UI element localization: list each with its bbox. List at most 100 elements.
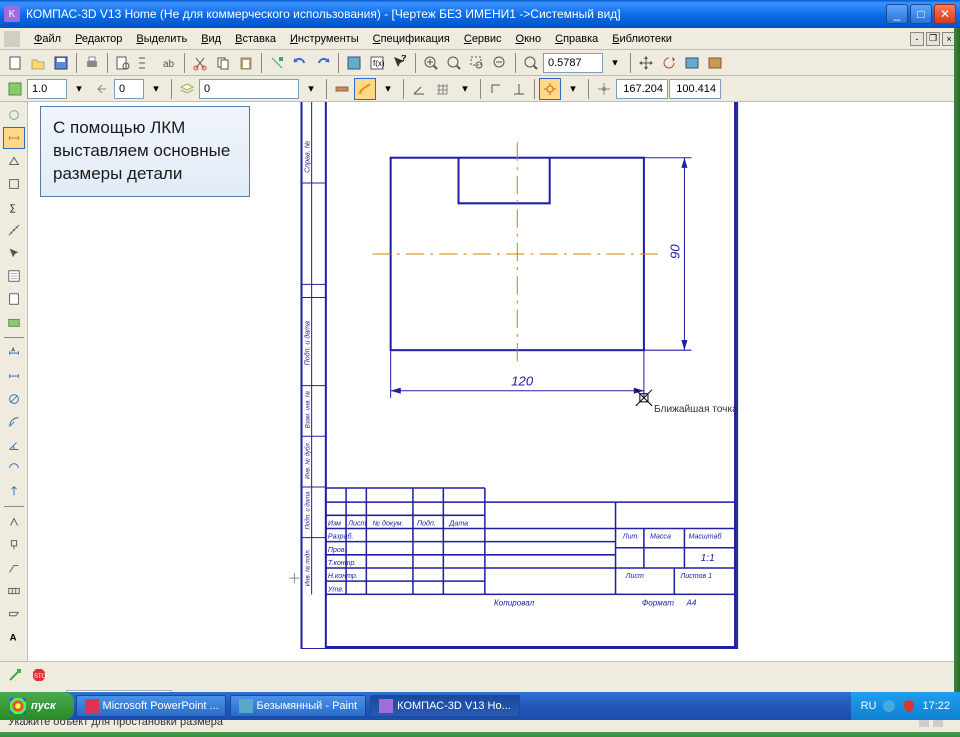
print-button[interactable] (81, 52, 103, 74)
menu-select[interactable]: Выделить (130, 31, 193, 47)
redraw-button[interactable] (681, 52, 703, 74)
radial-dim-button[interactable] (3, 411, 25, 433)
zoom-input[interactable] (543, 53, 603, 73)
task-paint[interactable]: Безымянный - Paint (230, 695, 367, 717)
lang-indicator[interactable]: RU (861, 700, 877, 712)
edit-panel-button[interactable] (3, 173, 25, 195)
zoom-scale-button[interactable] (520, 52, 542, 74)
task-powerpoint[interactable]: Microsoft PowerPoint ... (76, 695, 226, 717)
zoom-drop[interactable]: ▾ (604, 52, 626, 74)
select-panel-button[interactable] (3, 242, 25, 264)
tray-icon[interactable] (882, 699, 896, 713)
style-input[interactable] (114, 79, 144, 99)
manager-button[interactable] (343, 52, 365, 74)
symbols-panel-button[interactable] (3, 150, 25, 172)
rotate-button[interactable] (658, 52, 680, 74)
current-state-button[interactable] (4, 78, 26, 100)
geometry-panel-button[interactable] (3, 104, 25, 126)
perp-button[interactable] (508, 78, 530, 100)
paste-button[interactable] (235, 52, 257, 74)
linear-dim-button[interactable] (3, 365, 25, 387)
ortho-button[interactable] (485, 78, 507, 100)
grid-drop[interactable]: ▾ (454, 78, 476, 100)
zoom-in-button[interactable] (420, 52, 442, 74)
menu-help[interactable]: Справка (549, 31, 604, 47)
text-button[interactable]: A (3, 626, 25, 648)
dimensions-panel-button[interactable] (3, 127, 25, 149)
apply-icon[interactable] (6, 666, 24, 684)
scale-drop[interactable]: ▾ (68, 78, 90, 100)
auto-dim-button[interactable]: A (3, 342, 25, 364)
diameter-dim-button[interactable] (3, 388, 25, 410)
copy-button[interactable] (212, 52, 234, 74)
svg-text:Инв. № подл.: Инв. № подл. (305, 549, 312, 587)
preview-button[interactable] (112, 52, 134, 74)
menu-lib[interactable]: Библиотеки (606, 31, 678, 47)
cut-button[interactable] (189, 52, 211, 74)
pan-button[interactable] (635, 52, 657, 74)
menu-tools[interactable]: Инструменты (284, 31, 365, 47)
start-button[interactable]: пуск (0, 692, 74, 720)
zoom-sel-button[interactable] (466, 52, 488, 74)
layer-drop[interactable]: ▾ (300, 78, 322, 100)
zoom-prev-button[interactable] (489, 52, 511, 74)
snap-button[interactable] (539, 78, 561, 100)
help-button[interactable]: ? (389, 52, 411, 74)
vars-button[interactable]: f(x) (366, 52, 388, 74)
menu-editor[interactable]: Редактор (69, 31, 128, 47)
view-nav-button[interactable] (91, 78, 113, 100)
redo-button[interactable] (312, 52, 334, 74)
leader-button[interactable] (3, 557, 25, 579)
variables-button[interactable]: ab (158, 52, 180, 74)
measure-panel-button[interactable] (3, 219, 25, 241)
layer-input[interactable] (199, 79, 299, 99)
scale-input[interactable] (27, 79, 67, 99)
tree-button[interactable] (135, 52, 157, 74)
style-drop[interactable]: ▾ (145, 78, 167, 100)
param-panel-button[interactable]: ∑ (3, 196, 25, 218)
snap-drop[interactable]: ▾ (562, 78, 584, 100)
coord-x-input[interactable] (616, 79, 668, 99)
menu-spec[interactable]: Спецификация (367, 31, 456, 47)
menu-window[interactable]: Окно (510, 31, 548, 47)
param-button[interactable] (354, 78, 376, 100)
cursor-step-button[interactable] (593, 78, 615, 100)
clock[interactable]: 17:22 (922, 700, 950, 712)
open-button[interactable] (27, 52, 49, 74)
undo-button[interactable] (289, 52, 311, 74)
save-button[interactable] (50, 52, 72, 74)
deform-button[interactable] (331, 78, 353, 100)
param-drop[interactable]: ▾ (377, 78, 399, 100)
close-button[interactable]: ✕ (934, 4, 956, 24)
task-kompas[interactable]: КОМПАС-3D V13 Ho... (370, 695, 520, 717)
maximize-button[interactable]: □ (910, 4, 932, 24)
roughness-button[interactable] (3, 511, 25, 533)
reports-panel-button[interactable] (3, 288, 25, 310)
coord-y-input[interactable] (669, 79, 721, 99)
menu-file[interactable]: Файл (28, 31, 67, 47)
menu-service[interactable]: Сервис (458, 31, 508, 47)
taper-button[interactable] (3, 603, 25, 625)
minimize-button[interactable]: _ (886, 4, 908, 24)
mdi-restore[interactable]: ❐ (926, 32, 940, 46)
tray-shield-icon[interactable] (902, 699, 916, 713)
base-button[interactable] (3, 534, 25, 556)
properties-button[interactable] (266, 52, 288, 74)
arc-dim-button[interactable] (3, 457, 25, 479)
menu-view[interactable]: Вид (195, 31, 227, 47)
angle-snap-button[interactable] (408, 78, 430, 100)
new-button[interactable] (4, 52, 26, 74)
insert-panel-button[interactable] (3, 311, 25, 333)
stop-icon[interactable]: STOP (30, 666, 48, 684)
zoom-fit-button[interactable] (443, 52, 465, 74)
mdi-minimize[interactable]: - (910, 32, 924, 46)
angle-dim-button[interactable] (3, 434, 25, 456)
tolerance-button[interactable] (3, 580, 25, 602)
spec-panel-button[interactable] (3, 265, 25, 287)
layers-button[interactable] (176, 78, 198, 100)
grid-button[interactable] (431, 78, 453, 100)
rebuild-button[interactable] (704, 52, 726, 74)
menu-insert[interactable]: Вставка (229, 31, 282, 47)
system-tray[interactable]: RU 17:22 (851, 692, 960, 720)
height-dim-button[interactable] (3, 480, 25, 502)
